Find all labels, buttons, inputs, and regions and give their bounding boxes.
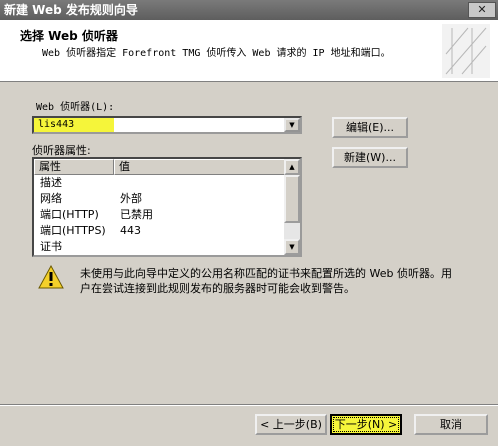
property-name: 端口(HTTPS) [40,224,106,237]
footer-divider [0,404,498,406]
wizard-header: 选择 Web 侦听器 Web 侦听器指定 Forefront TMG 侦听传入 … [0,20,498,82]
wizard-logo-icon [442,24,490,78]
listener-label: Web 侦听器(L): [36,102,115,113]
properties-label: 侦听器属性: [32,144,91,157]
list-item[interactable]: 描述 [34,175,286,191]
vertical-scrollbar[interactable]: ▲ ▼ [284,159,300,255]
column-header-value[interactable]: 值 [114,159,286,175]
window-title: 新建 Web 发布规则向导 [4,3,138,17]
list-item[interactable]: 证书 [34,239,286,255]
edit-listener-button[interactable]: 编辑(E)... [332,117,408,138]
page-description: Web 侦听器指定 Forefront TMG 侦听传入 Web 请求的 IP … [42,48,391,59]
warning-triangle-icon [38,265,64,289]
column-header-property[interactable]: 属性 [34,159,114,175]
page-title: 选择 Web 侦听器 [20,29,118,43]
back-button[interactable]: < 上一步(B) [255,414,327,435]
property-name: 端口(HTTP) [40,208,99,221]
property-value: 443 [120,224,141,237]
close-button[interactable]: ✕ [468,2,496,18]
property-name: 描述 [40,176,62,189]
list-item[interactable]: 端口(HTTPS) 443 [34,223,286,239]
cancel-button[interactable]: 取消 [414,414,488,435]
list-item[interactable]: 网络 外部 [34,191,286,207]
property-name: 证书 [40,240,62,253]
property-value: 已禁用 [120,208,153,221]
scroll-down-icon[interactable]: ▼ [284,239,300,255]
listener-select[interactable]: lis443 ▼ [32,116,302,134]
property-name: 网络 [40,192,62,205]
properties-list[interactable]: 属性 值 描述 网络 外部 端口(HTTP) 已禁用 端口(HTTPS) 443… [32,157,302,257]
warning-message: 未使用与此向导中定义的公用名称匹配的证书来配置所选的 Web 侦听器。用户在尝试… [80,267,452,295]
listener-selected-value: lis443 [34,118,114,132]
list-header: 属性 值 [34,159,286,175]
scroll-up-icon[interactable]: ▲ [284,159,300,175]
property-value: 外部 [120,192,142,205]
scroll-thumb[interactable] [284,175,300,223]
new-listener-button[interactable]: 新建(W)... [332,147,408,168]
chevron-down-icon[interactable]: ▼ [284,118,300,132]
title-bar: 新建 Web 发布规则向导 ✕ [0,0,498,20]
next-button[interactable]: 下一步(N) > [330,414,402,435]
list-item[interactable]: 端口(HTTP) 已禁用 [34,207,286,223]
